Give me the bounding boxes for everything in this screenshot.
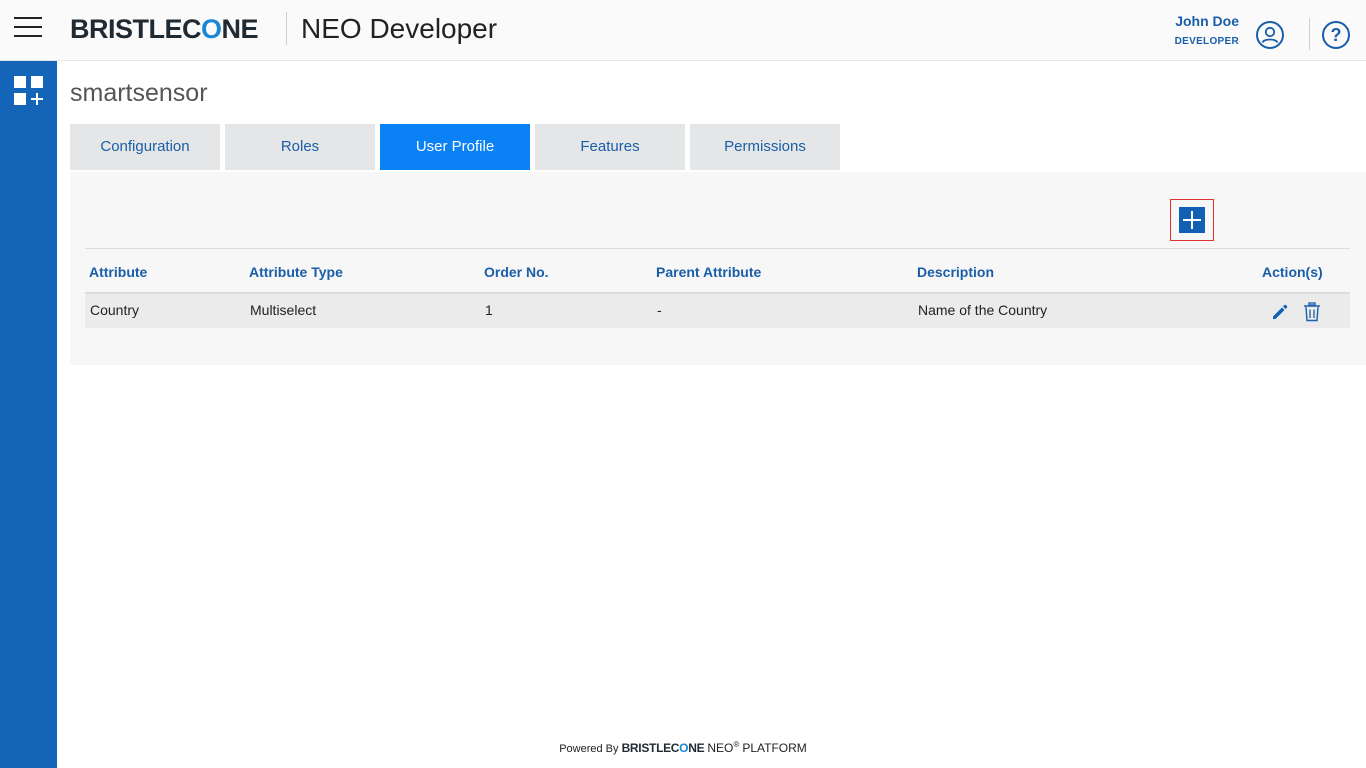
delete-trash-icon[interactable] [1303, 302, 1321, 322]
cell-attribute-type: Multiselect [250, 302, 317, 318]
attributes-table: Attribute Attribute Type Order No. Paren… [85, 248, 1350, 328]
app-title: NEO Developer [301, 13, 498, 44]
user-profile-panel: Attribute Attribute Type Order No. Paren… [70, 172, 1366, 365]
plus-icon [1179, 207, 1205, 233]
tab-features[interactable]: Features [535, 124, 685, 170]
header-attribute: Attribute [89, 264, 148, 280]
apps-add-icon[interactable] [14, 76, 44, 106]
cell-parent-attribute: - [657, 302, 662, 318]
header-description: Description [917, 264, 995, 280]
footer-brand-logo: BRISTLECONE [621, 741, 705, 755]
footer-powered-by: Powered By [559, 743, 619, 755]
add-attribute-button[interactable] [1170, 199, 1214, 241]
edit-pencil-icon[interactable] [1270, 302, 1290, 322]
header-actions: Action(s) [1262, 264, 1323, 280]
sidebar [0, 61, 57, 768]
tab-permissions[interactable]: Permissions [690, 124, 840, 170]
tab-configuration[interactable]: Configuration [70, 124, 220, 170]
header-attribute-type: Attribute Type [249, 264, 343, 280]
header-divider [286, 12, 287, 45]
footer-neo: NEO® [707, 740, 740, 755]
header-order-no: Order No. [484, 264, 549, 280]
app-header: BRISTLECONE NEO Developer John Doe DEVEL… [0, 0, 1366, 61]
hamburger-menu-icon[interactable] [14, 16, 42, 38]
tab-roles[interactable]: Roles [225, 124, 375, 170]
brand-logo: BRISTLECONE [70, 14, 259, 44]
tab-user-profile[interactable]: User Profile [380, 124, 530, 170]
table-header: Attribute Attribute Type Order No. Paren… [85, 248, 1350, 294]
user-avatar-icon[interactable] [1256, 21, 1284, 49]
page-title: smartsensor [70, 79, 208, 107]
footer: Powered By BRISTLECONE NEO® PLATFORM [0, 740, 1366, 755]
header-parent-attribute: Parent Attribute [656, 264, 762, 280]
footer-platform: PLATFORM [742, 741, 807, 755]
header-divider-right [1309, 18, 1310, 50]
cell-attribute: Country [90, 302, 140, 318]
user-name: John Doe [1175, 13, 1239, 29]
cell-description: Name of the Country [918, 302, 1048, 318]
cell-order-no: 1 [485, 302, 493, 318]
table-row: Country Multiselect 1 - Name of the Coun… [85, 294, 1350, 328]
help-icon[interactable]: ? [1322, 21, 1350, 49]
user-role: DEVELOPER [1174, 36, 1239, 47]
